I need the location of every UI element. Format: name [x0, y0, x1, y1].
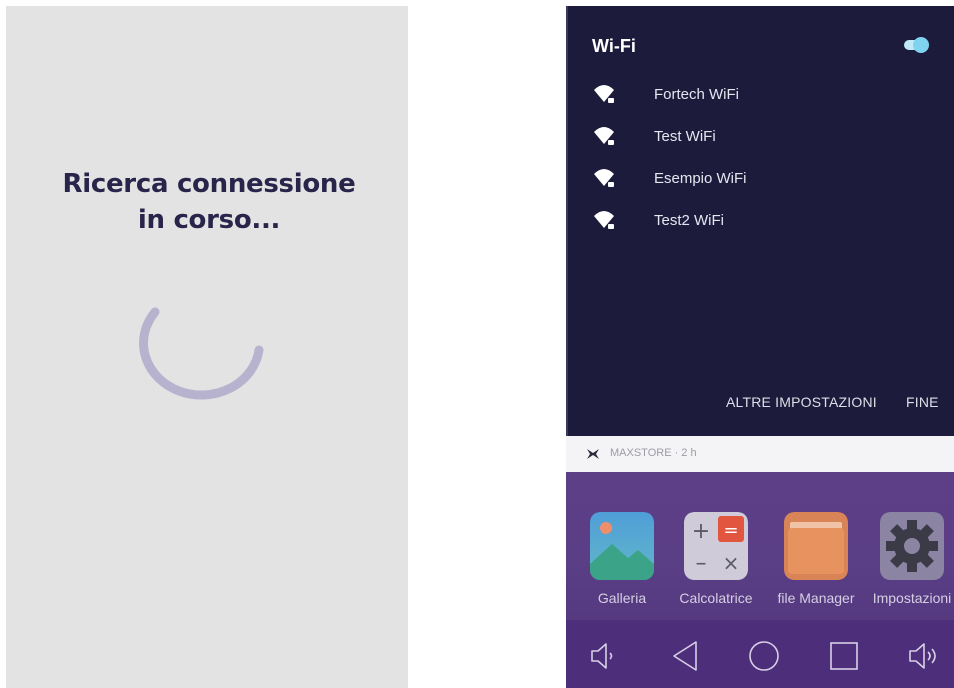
- recents-icon: [830, 642, 858, 670]
- wifi-network-name: Test WiFi: [654, 128, 716, 145]
- loading-spinner-icon: [139, 307, 264, 400]
- wifi-locked-icon: [594, 211, 614, 229]
- wifi-network-name: Esempio WiFi: [654, 170, 747, 187]
- maxstore-icon: [587, 449, 599, 459]
- loading-title-line2: in corso...: [137, 205, 281, 235]
- app-label: Calcolatrice: [679, 590, 753, 606]
- volume-down-icon: [591, 643, 613, 669]
- volume-down-button[interactable]: [584, 636, 624, 676]
- loading-title-line1: Ricerca connessione: [62, 169, 356, 199]
- svg-text:=: =: [723, 520, 738, 541]
- gallery-icon: [590, 512, 654, 580]
- app-file-manager[interactable]: file Manager: [766, 512, 866, 632]
- svg-text:+: +: [692, 519, 710, 544]
- volume-up-button[interactable]: [904, 636, 944, 676]
- back-button[interactable]: [666, 636, 706, 676]
- recents-button[interactable]: [824, 636, 864, 676]
- folder-icon: [784, 512, 848, 580]
- gear-icon: [880, 512, 944, 580]
- app-impostazioni[interactable]: Impostazioni: [862, 512, 954, 632]
- wifi-network-item[interactable]: Fortech WiFi: [592, 82, 922, 108]
- phone-edge: [566, 6, 568, 436]
- navigation-bar: [566, 620, 954, 688]
- home-screen: Galleria + = – × Calcolatrice file Manag…: [566, 472, 954, 620]
- loading-title: Ricerca connessione in corso...: [0, 166, 418, 238]
- svg-text:×: ×: [723, 551, 740, 575]
- calculator-icon: + = – ×: [684, 512, 748, 580]
- phone-screen: Wi-Fi Fortech WiFi Test WiFi Esempio WiF…: [566, 6, 954, 688]
- app-label: file Manager: [777, 590, 855, 606]
- svg-text:–: –: [696, 551, 707, 576]
- home-button[interactable]: [744, 636, 784, 676]
- wifi-network-name: Test2 WiFi: [654, 212, 725, 229]
- app-label: Impostazioni: [872, 590, 952, 606]
- wifi-locked-icon: [594, 85, 614, 103]
- wifi-locked-icon: [594, 127, 614, 145]
- wifi-locked-icon: [594, 169, 614, 187]
- wifi-network-item[interactable]: Esempio WiFi: [592, 166, 922, 192]
- notification-bar[interactable]: MAXSTORE · 2 h: [566, 436, 954, 472]
- wifi-network-item[interactable]: Test WiFi: [592, 124, 922, 150]
- app-label: Galleria: [597, 590, 647, 606]
- wifi-network-item[interactable]: Test2 WiFi: [592, 208, 922, 234]
- wifi-network-name: Fortech WiFi: [654, 86, 740, 103]
- done-button[interactable]: FINE: [906, 394, 939, 410]
- more-settings-button[interactable]: ALTRE IMPOSTAZIONI: [726, 394, 877, 410]
- wifi-toggle[interactable]: [904, 36, 930, 54]
- notification-text: MAXSTORE · 2 h: [610, 447, 697, 459]
- home-icon: [749, 641, 779, 671]
- app-galleria[interactable]: Galleria: [572, 512, 672, 632]
- app-calcolatrice[interactable]: + = – × Calcolatrice: [666, 512, 766, 632]
- volume-up-icon: [909, 643, 936, 669]
- wifi-panel-title: Wi-Fi: [592, 36, 636, 56]
- back-icon: [673, 641, 697, 671]
